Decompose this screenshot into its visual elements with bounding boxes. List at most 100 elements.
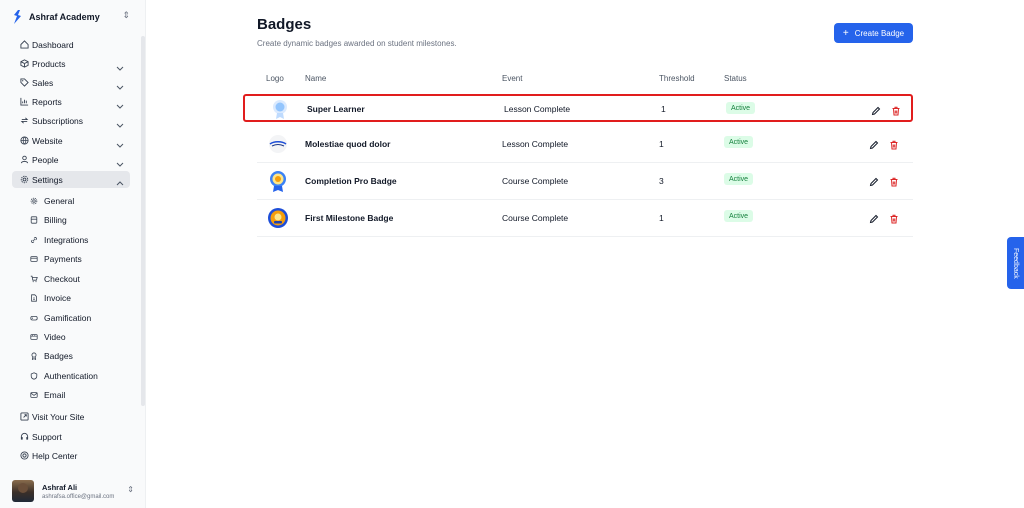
sub-label: Badges xyxy=(44,350,73,361)
main-content: Badges Create dynamic badges awarded on … xyxy=(146,0,1024,508)
settings-general[interactable]: General xyxy=(24,192,130,209)
sub-label: Billing xyxy=(44,214,67,225)
delete-trash-icon[interactable] xyxy=(889,211,899,224)
nav-products[interactable]: Products xyxy=(12,55,130,72)
badge-event: Lesson Complete xyxy=(504,104,571,114)
edit-pencil-icon[interactable] xyxy=(871,103,881,116)
video-icon xyxy=(28,333,40,341)
user-icon xyxy=(17,155,31,164)
nav-subscriptions[interactable]: Subscriptions xyxy=(12,112,130,129)
settings-video[interactable]: Video xyxy=(24,328,130,345)
nav-label: Settings xyxy=(32,174,63,185)
box-icon xyxy=(17,59,31,68)
table-row[interactable]: Super Learner Lesson Complete 1 Active xyxy=(243,94,913,122)
badge-event: Course Complete xyxy=(502,213,569,223)
badge-logo-icon xyxy=(273,100,287,119)
settings-billing[interactable]: Billing xyxy=(24,211,130,228)
badge-event: Course Complete xyxy=(502,176,569,186)
nav-dashboard[interactable]: Dashboard xyxy=(12,36,130,53)
edit-pencil-icon[interactable] xyxy=(869,174,879,187)
table-row[interactable]: Completion Pro Badge Course Complete 3 A… xyxy=(257,164,913,200)
nav-label: Subscriptions xyxy=(32,115,84,126)
sub-label: Invoice xyxy=(44,292,71,303)
settings-invoice[interactable]: Invoice xyxy=(24,289,130,306)
lifebuoy-icon xyxy=(17,451,31,460)
nav-settings[interactable]: Settings xyxy=(12,171,130,188)
chevron-updown-icon: ⇕ xyxy=(127,485,134,494)
status-badge: Active xyxy=(726,102,756,114)
cart-icon xyxy=(28,275,40,283)
nav-label: Sales xyxy=(32,77,54,88)
delete-trash-icon[interactable] xyxy=(889,174,899,187)
create-badge-label: Create Badge xyxy=(854,28,905,38)
column-status: Status xyxy=(724,74,747,83)
shield-icon xyxy=(28,371,40,380)
badge-logo-icon xyxy=(268,208,288,228)
app-root: Ashraf Academy ⇕ Dashboard Products Sale… xyxy=(0,0,1024,508)
edit-pencil-icon[interactable] xyxy=(869,211,879,224)
badge-name: Super Learner xyxy=(307,104,365,114)
nav-label: Dashboard xyxy=(32,39,74,50)
user-menu[interactable]: Ashraf Ali ashrafsa.office@gmail.com ⇕ xyxy=(12,479,134,503)
sub-label: Email xyxy=(44,389,66,400)
nav-people[interactable]: People xyxy=(12,151,130,168)
settings-integrations[interactable]: Integrations xyxy=(24,231,130,248)
headset-icon xyxy=(17,432,31,441)
sidebar: Ashraf Academy ⇕ Dashboard Products Sale… xyxy=(0,0,146,508)
user-email: ashrafsa.office@gmail.com xyxy=(42,493,115,500)
brand-logo-icon xyxy=(14,9,21,24)
plus-icon: + xyxy=(842,27,849,39)
badge-threshold: 3 xyxy=(659,176,664,186)
delete-trash-icon[interactable] xyxy=(891,103,901,116)
nav-label: Website xyxy=(32,135,63,146)
gear-icon xyxy=(17,175,31,184)
sub-label: Integrations xyxy=(44,234,89,245)
workspace-name: Ashraf Academy xyxy=(29,11,100,22)
nav-label: Visit Your Site xyxy=(32,411,85,422)
nav-visit-site[interactable]: Visit Your Site xyxy=(12,408,130,425)
settings-checkout[interactable]: Checkout xyxy=(24,270,130,287)
bar-chart-icon xyxy=(17,97,31,106)
avatar xyxy=(12,480,34,502)
feedback-label: Feedback xyxy=(1012,247,1019,279)
tag-icon xyxy=(17,78,31,87)
page-title: Badges xyxy=(257,16,312,33)
table-header: Logo Name Event Threshold Status xyxy=(257,72,913,88)
settings-email[interactable]: Email xyxy=(24,386,130,403)
receipt-icon xyxy=(28,215,40,224)
badge-threshold: 1 xyxy=(659,213,664,223)
create-badge-button[interactable]: + Create Badge xyxy=(834,23,913,43)
nav-help-center[interactable]: Help Center xyxy=(12,447,130,464)
settings-badges[interactable]: Badges xyxy=(24,347,130,364)
nav-support[interactable]: Support xyxy=(12,428,130,445)
nav-label: Reports xyxy=(32,96,62,107)
workspace-switcher[interactable]: Ashraf Academy ⇕ xyxy=(12,8,130,25)
sidebar-scrollbar[interactable] xyxy=(141,36,145,406)
badge-threshold: 1 xyxy=(661,104,666,114)
settings-payments[interactable]: Payments xyxy=(24,250,130,267)
column-name: Name xyxy=(305,74,327,83)
nav-reports[interactable]: Reports xyxy=(12,93,130,110)
table-row[interactable]: Molestiae quod dolor Lesson Complete 1 A… xyxy=(257,127,913,163)
sub-label: General xyxy=(44,195,75,206)
delete-trash-icon[interactable] xyxy=(889,137,899,150)
settings-authentication[interactable]: Authentication xyxy=(24,367,130,384)
nav-label: Support xyxy=(32,431,62,442)
status-badge: Active xyxy=(724,173,754,185)
edit-pencil-icon[interactable] xyxy=(869,137,879,150)
page-subtitle: Create dynamic badges awarded on student… xyxy=(257,39,457,48)
nav-label: Products xyxy=(32,58,66,69)
home-icon xyxy=(17,40,31,49)
column-event: Event xyxy=(502,74,523,83)
award-icon xyxy=(28,352,40,360)
feedback-tab[interactable]: Feedback xyxy=(1007,237,1024,289)
globe-icon xyxy=(17,136,31,145)
nav-sales[interactable]: Sales xyxy=(12,74,130,91)
nav-website[interactable]: Website xyxy=(12,132,130,149)
sub-label: Checkout xyxy=(44,273,80,284)
badge-logo-icon xyxy=(269,135,287,153)
badge-name: Molestiae quod dolor xyxy=(305,139,391,149)
user-info: Ashraf Ali ashrafsa.office@gmail.com xyxy=(42,483,114,500)
table-row[interactable]: First Milestone Badge Course Complete 1 … xyxy=(257,201,913,237)
settings-gamification[interactable]: Gamification xyxy=(24,309,130,326)
